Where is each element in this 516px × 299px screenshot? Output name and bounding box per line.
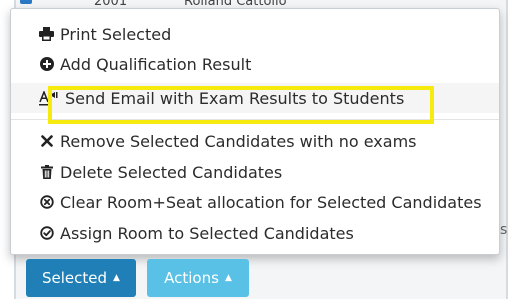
menu-item-label: Delete Selected Candidates — [60, 162, 283, 182]
selected-button-label: Selected — [42, 269, 108, 287]
x-circle-icon — [39, 195, 54, 210]
frame-right-border — [506, 0, 508, 299]
menu-item-label: Assign Room to Selected Candidates — [60, 223, 354, 243]
check-circle-icon — [39, 226, 54, 241]
menu-item-remove-selected-no-exams[interactable]: Remove Selected Candidates with no exams — [11, 126, 499, 156]
caret-up-icon: ▲ — [113, 273, 120, 283]
selected-actions-menu: Print Selected Add Qualification Result … — [10, 8, 500, 255]
x-icon — [39, 134, 54, 149]
background-stray-text: s — [500, 222, 508, 238]
menu-item-label: Print Selected — [60, 24, 172, 44]
menu-divider — [11, 119, 499, 120]
selected-dropdown-button[interactable]: Selected ▲ — [26, 259, 136, 297]
menu-item-send-email-exam-results[interactable]: Send Email with Exam Results to Students — [11, 83, 499, 113]
menu-item-delete-selected-candidates[interactable]: Delete Selected Candidates — [11, 157, 499, 187]
plus-circle-icon — [39, 57, 54, 72]
actions-button-label: Actions — [164, 269, 219, 287]
actions-dropdown-button[interactable]: Actions ▲ — [147, 259, 249, 297]
menu-item-print-selected[interactable]: Print Selected — [11, 19, 499, 49]
text-send-icon — [39, 90, 59, 106]
printer-icon — [39, 27, 54, 42]
menu-item-label: Send Email with Exam Results to Students — [65, 88, 405, 108]
menu-item-clear-room-seat-allocation[interactable]: Clear Room+Seat allocation for Selected … — [11, 187, 499, 217]
menu-item-label: Clear Room+Seat allocation for Selected … — [60, 192, 482, 212]
caret-up-icon: ▲ — [224, 273, 232, 283]
trash-icon — [39, 165, 54, 180]
menu-item-add-qualification-result[interactable]: Add Qualification Result — [11, 49, 499, 79]
menu-item-assign-room[interactable]: Assign Room to Selected Candidates — [11, 218, 499, 248]
row-checkbox[interactable] — [20, 0, 32, 4]
menu-item-label: Add Qualification Result — [60, 54, 252, 74]
menu-item-label: Remove Selected Candidates with no exams — [60, 131, 417, 151]
